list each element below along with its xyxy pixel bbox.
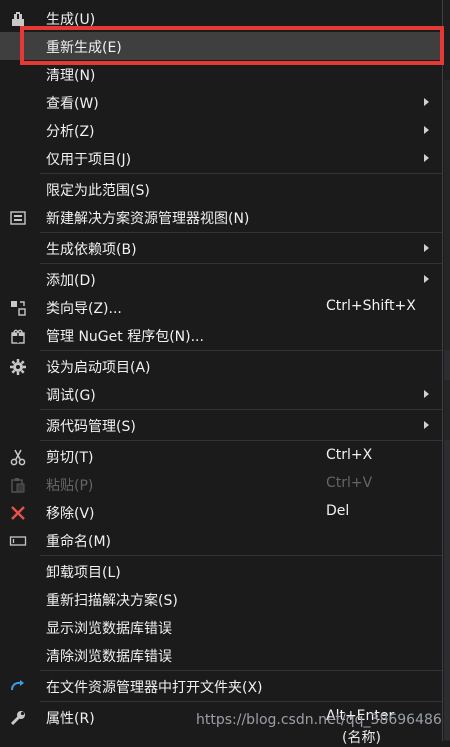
menu-separator <box>40 701 442 702</box>
menu-item-debug[interactable]: 调试(G) <box>0 380 442 408</box>
menu-item-label: 新建解决方案资源管理器视图(N) <box>46 211 250 227</box>
paste-icon <box>9 476 27 494</box>
class-wizard-icon <box>9 299 27 317</box>
submenu-arrow-icon <box>424 244 429 252</box>
menu-separator <box>40 263 442 264</box>
menu-item-set-startup-project[interactable]: 设为启动项目(A) <box>0 352 442 380</box>
menu-item-label: 显示浏览数据库错误 <box>46 621 172 637</box>
menu-item-label: 属性(R) <box>46 711 95 727</box>
menu-item-shortcut: Ctrl+X <box>326 447 373 463</box>
submenu-arrow-icon <box>424 275 429 283</box>
menu-item-label: 清除浏览数据库错误 <box>46 649 172 665</box>
menu-item-label: 在文件资源管理器中打开文件夹(X) <box>46 680 263 696</box>
menu-item-unload-project[interactable]: 卸载项目(L) <box>0 557 442 585</box>
menu-item-label: 添加(D) <box>46 273 96 289</box>
menu-item-manage-nuget[interactable]: 管理 NuGet 程序包(N)... <box>0 321 442 349</box>
menu-item-remove[interactable]: 移除(V) Del <box>0 498 442 526</box>
submenu-arrow-icon <box>424 126 429 134</box>
menu-item-rebuild[interactable]: 重新生成(E) <box>0 32 442 60</box>
menu-separator <box>40 440 442 441</box>
wrench-icon <box>9 709 27 727</box>
menu-item-clean[interactable]: 清理(N) <box>0 60 442 88</box>
menu-item-shortcut: Ctrl+Shift+X <box>326 298 416 314</box>
menu-item-label: 设为启动项目(A) <box>46 360 151 376</box>
menu-item-shortcut: Del <box>326 503 350 519</box>
scissors-icon <box>9 448 27 466</box>
submenu-arrow-icon <box>424 98 429 106</box>
menu-item-build[interactable]: 生成(U) <box>0 4 442 32</box>
menu-item-label: 重命名(M) <box>46 534 112 550</box>
menu-item-paste: 粘贴(P) Ctrl+V <box>0 470 442 498</box>
menu-separator <box>40 555 442 556</box>
menu-item-label: 类向导(Z)... <box>46 301 122 317</box>
menu-item-label: 重新扫描解决方案(S) <box>46 593 178 609</box>
watermark-text: https://blog.csdn.net/qq_38696486 <box>196 712 442 728</box>
menu-separator <box>40 173 442 174</box>
menu-item-cut[interactable]: 剪切(T) Ctrl+X <box>0 442 442 470</box>
menu-item-label: 重新生成(E) <box>46 40 122 56</box>
background-panel-text: (名称) <box>342 730 381 746</box>
nuget-icon <box>9 327 27 345</box>
menu-item-label: 管理 NuGet 程序包(N)... <box>46 329 204 345</box>
background-panel-edge <box>444 0 450 741</box>
menu-item-label: 生成依赖项(B) <box>46 242 137 258</box>
menu-item-label: 仅用于项目(J) <box>46 152 132 168</box>
menu-separator <box>40 670 442 671</box>
new-view-icon <box>9 209 27 227</box>
menu-separator <box>40 350 442 351</box>
menu-item-clear-browse-db-errors[interactable]: 清除浏览数据库错误 <box>0 641 442 669</box>
menu-item-label: 粘贴(P) <box>46 478 94 494</box>
menu-item-label: 卸载项目(L) <box>46 565 121 581</box>
menu-item-label: 分析(Z) <box>46 124 95 140</box>
menu-separator <box>40 232 442 233</box>
menu-item-rescan-solution[interactable]: 重新扫描解决方案(S) <box>0 585 442 613</box>
remove-icon <box>9 504 27 522</box>
menu-item-shortcut: Ctrl+V <box>326 475 373 491</box>
gear-icon <box>9 358 27 376</box>
menu-item-project-only[interactable]: 仅用于项目(J) <box>0 144 442 172</box>
menu-item-label: 调试(G) <box>46 388 96 404</box>
menu-item-view[interactable]: 查看(W) <box>0 88 442 116</box>
menu-item-analyze[interactable]: 分析(Z) <box>0 116 442 144</box>
menu-item-build-dependencies[interactable]: 生成依赖项(B) <box>0 234 442 262</box>
menu-item-show-browse-db-errors[interactable]: 显示浏览数据库错误 <box>0 613 442 641</box>
menu-item-label: 剪切(T) <box>46 450 94 466</box>
build-icon <box>9 10 27 28</box>
submenu-arrow-icon <box>424 154 429 162</box>
menu-item-label: 查看(W) <box>46 96 99 112</box>
menu-item-scope-to-this[interactable]: 限定为此范围(S) <box>0 175 442 203</box>
menu-item-label: 源代码管理(S) <box>46 419 136 435</box>
menu-item-label: 生成(U) <box>46 12 96 28</box>
menu-separator <box>40 409 442 410</box>
menu-item-rename[interactable]: 重命名(M) <box>0 526 442 554</box>
menu-item-add[interactable]: 添加(D) <box>0 265 442 293</box>
menu-item-source-control[interactable]: 源代码管理(S) <box>0 411 442 439</box>
context-menu: 生成(U) 重新生成(E) 清理(N) 查看(W) 分析(Z) 仅用于项目(J)… <box>0 0 443 741</box>
menu-item-open-in-explorer[interactable]: 在文件资源管理器中打开文件夹(X) <box>0 672 442 700</box>
menu-item-new-solution-view[interactable]: 新建解决方案资源管理器视图(N) <box>0 203 442 231</box>
menu-item-class-wizard[interactable]: 类向导(Z)... Ctrl+Shift+X <box>0 293 442 321</box>
submenu-arrow-icon <box>424 421 429 429</box>
submenu-arrow-icon <box>424 390 429 398</box>
menu-item-label: 移除(V) <box>46 506 95 522</box>
rename-icon <box>9 532 27 550</box>
menu-item-label: 清理(N) <box>46 68 96 84</box>
open-folder-icon <box>9 678 27 696</box>
menu-item-label: 限定为此范围(S) <box>46 183 150 199</box>
